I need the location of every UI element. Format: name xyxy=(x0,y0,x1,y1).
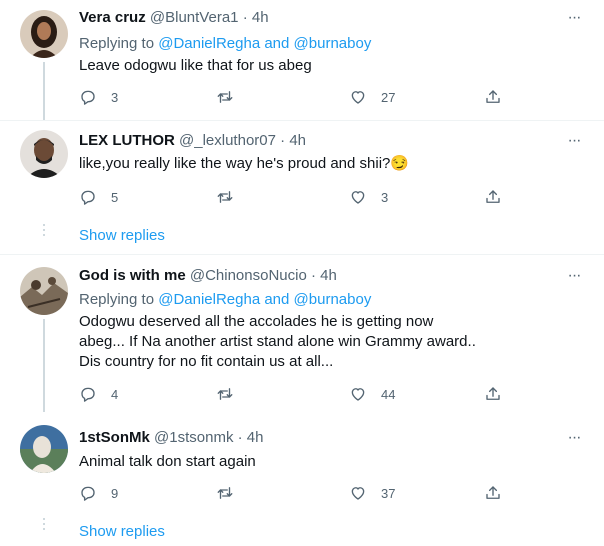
user-handle[interactable]: @1stsonmk xyxy=(154,429,233,446)
reply-button[interactable]: 4 xyxy=(79,384,118,404)
separator: · xyxy=(237,429,243,446)
retweet-button[interactable] xyxy=(216,87,248,107)
timestamp[interactable]: 4h xyxy=(247,429,264,446)
reply-button[interactable]: 9 xyxy=(79,483,118,503)
avatar[interactable] xyxy=(20,10,68,58)
tweet-actions: 3 27 xyxy=(79,87,509,107)
retweet-button[interactable] xyxy=(216,187,248,207)
tweet-god-is-with-me[interactable]: God is with me @ChinonsoNucio · 4h ··· R… xyxy=(0,254,604,412)
reply-count: 9 xyxy=(111,485,119,501)
tweet-text: Leave odogwu like that for us abeg xyxy=(79,57,312,74)
avatar[interactable] xyxy=(20,130,68,178)
retweet-button[interactable] xyxy=(216,384,248,404)
tweet-text: like,you really like the way he's proud … xyxy=(79,155,410,172)
mention-link[interactable]: @DanielRegha xyxy=(158,35,260,52)
like-count: 27 xyxy=(381,89,396,105)
share-icon xyxy=(486,90,500,103)
show-replies-link[interactable]: Show replies xyxy=(79,522,165,542)
retweet-icon xyxy=(217,91,233,103)
more-options-icon[interactable]: ··· xyxy=(564,10,584,32)
retweet-icon xyxy=(217,388,233,400)
heart-icon xyxy=(351,487,365,500)
tweet-actions: 4 44 xyxy=(79,384,509,404)
reply-count: 5 xyxy=(111,189,119,205)
reply-icon xyxy=(81,90,95,105)
thread-line xyxy=(43,319,45,412)
mention-and[interactable]: and xyxy=(264,35,289,52)
reply-icon xyxy=(81,486,95,501)
like-button[interactable]: 3 xyxy=(349,187,388,207)
tweet-text: Animal talk don start again xyxy=(79,453,256,470)
heart-icon xyxy=(351,388,365,401)
tweet-actions: 5 3 xyxy=(79,187,509,207)
thread-dots xyxy=(40,518,48,533)
share-button[interactable] xyxy=(484,483,502,503)
reply-icon xyxy=(81,190,95,205)
heart-icon xyxy=(351,91,365,104)
tweet-actions: 9 37 xyxy=(79,483,509,503)
timestamp[interactable]: 4h xyxy=(289,132,306,149)
reply-count: 4 xyxy=(111,386,119,402)
like-count: 37 xyxy=(381,485,396,501)
mention-link[interactable]: @burnaboy xyxy=(294,291,372,308)
retweet-icon xyxy=(217,191,233,203)
display-name[interactable]: God is with me xyxy=(79,267,186,284)
like-count: 3 xyxy=(381,189,389,205)
separator: · xyxy=(242,9,248,26)
share-icon xyxy=(486,486,500,499)
heart-icon xyxy=(351,191,365,204)
user-handle[interactable]: @BluntVera1 xyxy=(150,9,239,26)
avatar[interactable] xyxy=(20,267,68,315)
timestamp[interactable]: 4h xyxy=(252,9,269,26)
mention-link[interactable]: @burnaboy xyxy=(294,35,372,52)
mention-link[interactable]: @DanielRegha xyxy=(158,291,260,308)
like-count: 44 xyxy=(381,386,396,402)
replying-to-label: Replying to xyxy=(79,35,155,52)
retweet-button[interactable] xyxy=(216,483,248,503)
more-options-icon[interactable]: ··· xyxy=(564,268,584,290)
tweet-vera-cruz[interactable]: Vera cruz @BluntVera1 · 4h ··· Replying … xyxy=(0,0,604,120)
replying-to: Replying to @DanielRegha and @burnaboy xyxy=(79,290,371,310)
display-name[interactable]: LEX LUTHOR xyxy=(79,132,175,149)
share-icon xyxy=(486,387,500,400)
like-button[interactable]: 27 xyxy=(349,87,395,107)
retweet-icon xyxy=(217,487,233,499)
thread-line xyxy=(43,62,45,120)
replying-to-label: Replying to xyxy=(79,291,155,308)
display-name[interactable]: Vera cruz xyxy=(79,9,146,26)
like-button[interactable]: 44 xyxy=(349,384,395,404)
mention-and[interactable]: and xyxy=(264,291,289,308)
tweet-header: 1stSonMk @1stsonmk · 4h xyxy=(79,428,263,448)
tweet-1stsonmk[interactable]: 1stSonMk @1stsonmk · 4h ··· Animal talk … xyxy=(0,412,604,546)
share-button[interactable] xyxy=(484,87,502,107)
display-name[interactable]: 1stSonMk xyxy=(79,429,150,446)
timestamp[interactable]: 4h xyxy=(320,267,337,284)
separator: · xyxy=(310,267,316,284)
share-button[interactable] xyxy=(484,384,502,404)
tweet-text: Odogwu deserved all the accolades he is … xyxy=(79,313,476,370)
separator: · xyxy=(280,132,286,149)
reply-count: 3 xyxy=(111,89,119,105)
reply-button[interactable]: 5 xyxy=(79,187,118,207)
tweet-header: Vera cruz @BluntVera1 · 4h xyxy=(79,8,269,28)
tweet-header: LEX LUTHOR @_lexluthor07 · 4h xyxy=(79,131,306,151)
user-handle[interactable]: @_lexluthor07 xyxy=(179,132,276,149)
user-handle[interactable]: @ChinonsoNucio xyxy=(190,267,307,284)
more-options-icon[interactable]: ··· xyxy=(564,133,584,155)
share-icon xyxy=(486,190,500,203)
share-button[interactable] xyxy=(484,187,502,207)
replying-to: Replying to @DanielRegha and @burnaboy xyxy=(79,34,371,54)
tweet-lex-luthor[interactable]: LEX LUTHOR @_lexluthor07 · 4h ··· like,y… xyxy=(0,120,604,254)
reply-button[interactable]: 3 xyxy=(79,87,118,107)
avatar[interactable] xyxy=(20,425,68,473)
reply-icon xyxy=(81,387,95,402)
thread-dots xyxy=(40,224,48,239)
like-button[interactable]: 37 xyxy=(349,483,395,503)
more-options-icon[interactable]: ··· xyxy=(564,430,584,452)
show-replies-link[interactable]: Show replies xyxy=(79,226,165,246)
tweet-header: God is with me @ChinonsoNucio · 4h xyxy=(79,266,337,286)
